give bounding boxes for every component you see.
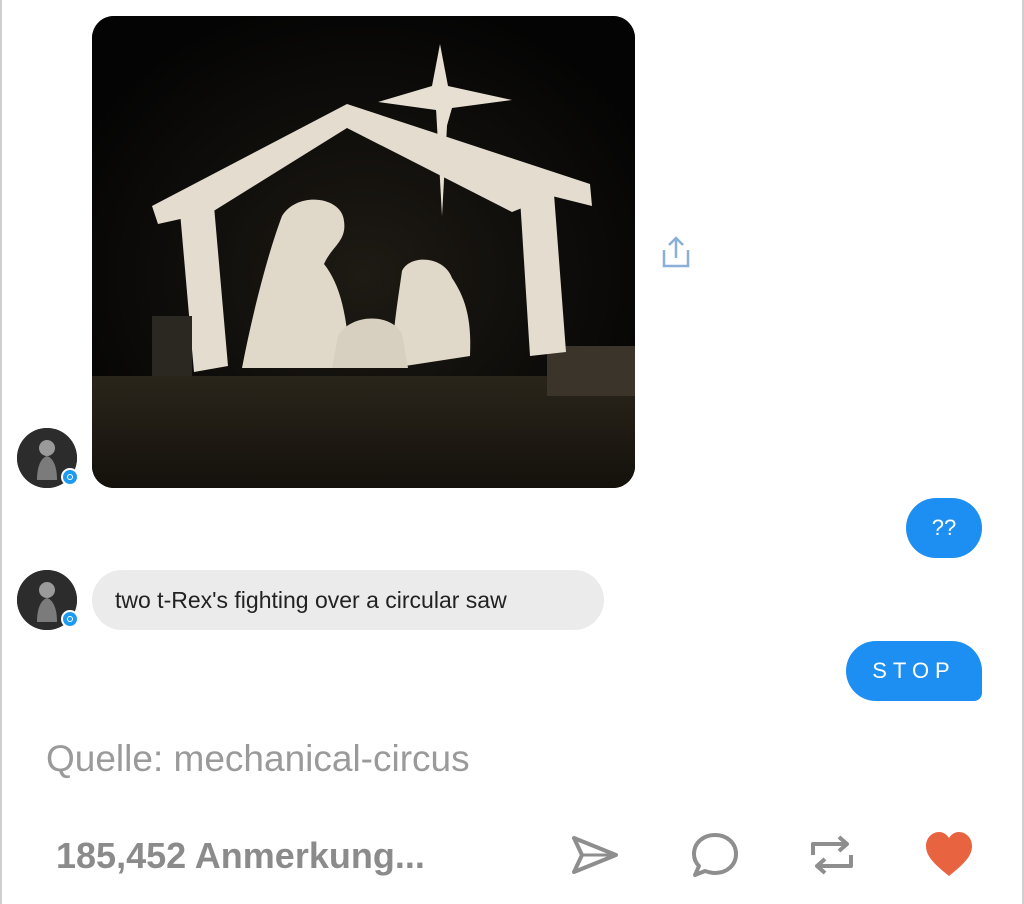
sender-avatar[interactable] — [17, 570, 79, 630]
message-text: two t-Rex's fighting over a circular saw — [115, 586, 507, 613]
reblog-icon[interactable] — [805, 828, 859, 882]
sent-message-bubble-stop[interactable]: STOP — [846, 641, 982, 701]
source-attribution[interactable]: Quelle: mechanical-circus — [46, 738, 470, 780]
verified-badge-icon — [61, 468, 79, 486]
left-border — [0, 0, 2, 904]
message-photo[interactable] — [92, 16, 635, 488]
like-heart-icon[interactable] — [922, 828, 976, 882]
notes-count[interactable]: 185,452 Anmerkung... — [56, 835, 425, 877]
sent-message-bubble-question[interactable]: ?? — [906, 498, 982, 558]
sender-avatar[interactable] — [17, 428, 79, 488]
verified-badge-icon — [61, 610, 79, 628]
send-icon[interactable] — [568, 828, 622, 882]
received-message-bubble[interactable]: two t-Rex's fighting over a circular saw — [92, 570, 604, 630]
share-icon[interactable] — [656, 232, 696, 272]
nativity-silhouette-image — [92, 16, 635, 488]
message-text: STOP — [872, 658, 956, 683]
message-text: ?? — [931, 515, 957, 540]
reply-icon[interactable] — [688, 828, 742, 882]
